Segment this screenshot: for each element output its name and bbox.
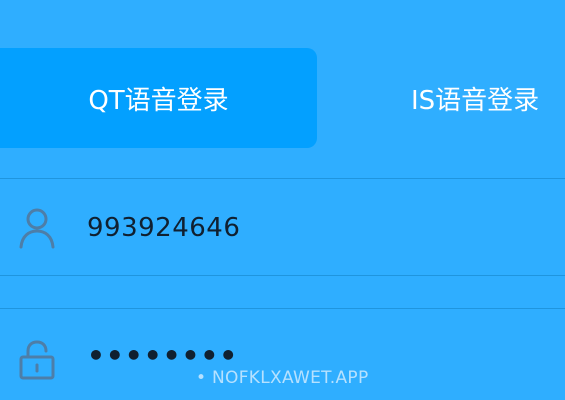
user-icon xyxy=(19,208,55,249)
lock-icon xyxy=(19,340,55,380)
login-method-tabs: QT语音登录 IS语音登录 xyxy=(0,48,565,148)
username-field[interactable]: 993924646 xyxy=(0,178,565,276)
logo-icon xyxy=(250,0,370,6)
login-screen: QT语音登录 IS语音登录 993924646 •••••••• • NOFKL… xyxy=(0,0,565,400)
tab-is-voice-login[interactable]: IS语音登录 xyxy=(317,48,565,148)
tab-qt-voice-login[interactable]: QT语音登录 xyxy=(0,48,317,148)
username-value: 993924646 xyxy=(87,213,241,243)
watermark-text: • NOFKLXAWET.APP xyxy=(196,368,369,388)
